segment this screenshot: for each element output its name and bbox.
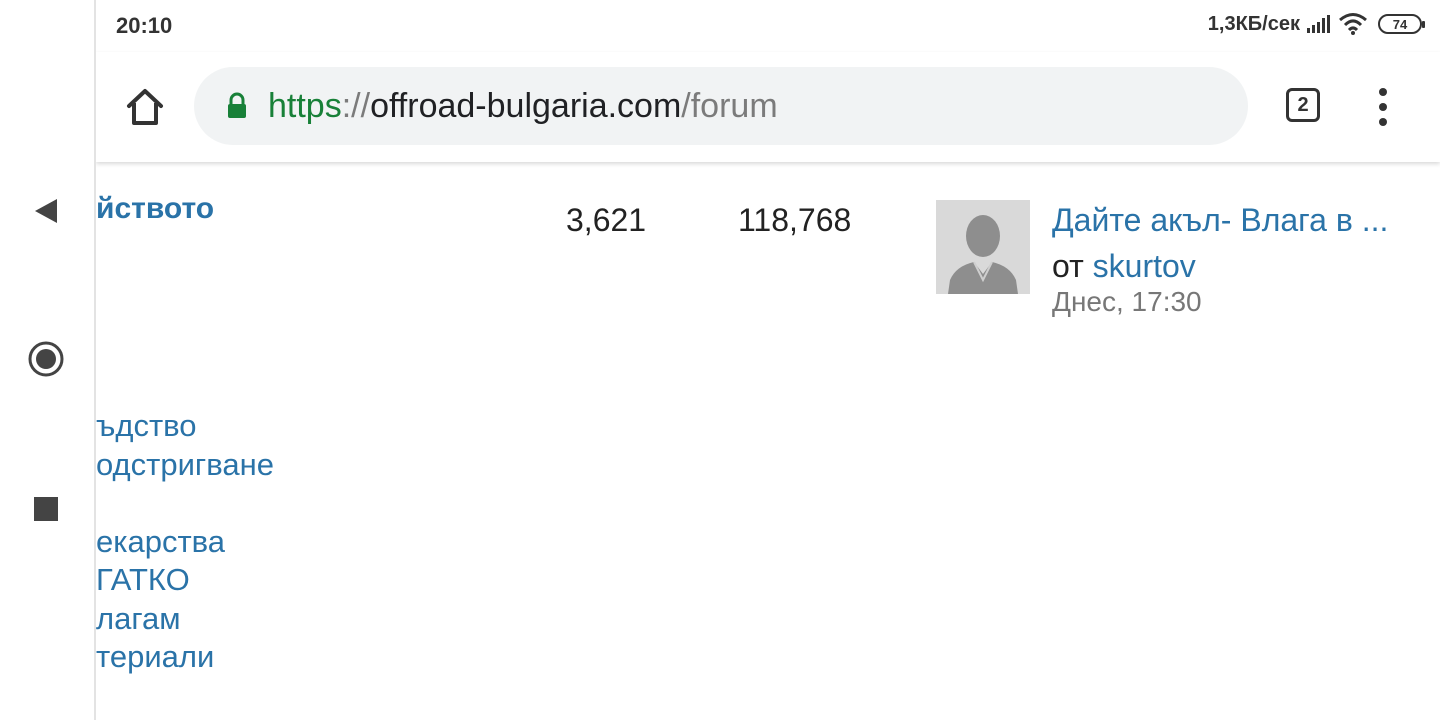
status-indicators: 1,3КБ/сек 74 <box>1207 12 1425 36</box>
url-host: offroad-bulgaria.com <box>370 86 682 125</box>
system-navigation-bar <box>0 0 96 720</box>
url-path: /forum <box>681 86 778 125</box>
home-nav-button[interactable] <box>26 339 66 379</box>
home-icon <box>127 89 163 125</box>
back-button[interactable] <box>26 191 66 231</box>
last-post-link[interactable]: Дайте акъл- Влага в ... <box>1052 202 1388 239</box>
wifi-icon <box>1339 13 1367 35</box>
signal-icon <box>1307 15 1330 33</box>
last-post-date: Днес, 17:30 <box>1052 286 1202 317</box>
forum-title-link[interactable]: йството <box>96 192 214 226</box>
status-bar: 20:10 1,3КБ/сек 74 <box>96 0 1440 52</box>
url-text[interactable]: https://offroad-bulgaria.com/forum <box>268 87 778 126</box>
recents-button[interactable] <box>26 489 66 529</box>
menu-dot <box>1379 118 1387 126</box>
subforum-link[interactable]: териали <box>96 639 214 675</box>
screen: 20:10 1,3КБ/сек 74 https://offroad-bulga… <box>0 0 1440 720</box>
overflow-menu-icon[interactable] <box>1368 88 1398 126</box>
browser-toolbar: https://offroad-bulgaria.com/forum 2 <box>96 52 1440 162</box>
menu-dot <box>1379 88 1387 96</box>
url-scheme: https <box>268 86 342 125</box>
subforum-link[interactable]: екарства <box>96 524 225 560</box>
address-bar[interactable]: https://offroad-bulgaria.com/forum <box>194 67 1248 145</box>
subforum-link[interactable]: ГАТКО <box>96 562 190 598</box>
network-speed: 1,3КБ/сек <box>1207 12 1300 35</box>
status-time: 20:10 <box>116 13 173 38</box>
url-separator: :// <box>341 86 371 125</box>
author-prefix: от <box>1052 248 1093 284</box>
tab-switcher-button[interactable]: 2 <box>1286 88 1320 122</box>
subforum-link[interactable]: ъдство <box>96 408 197 444</box>
recents-square-icon <box>34 497 58 521</box>
last-post-author: от skurtov <box>1052 248 1196 285</box>
tab-count: 2 <box>1297 93 1309 116</box>
topics-count: 3,621 <box>566 202 647 238</box>
posts-count: 118,768 <box>738 202 852 238</box>
menu-dot <box>1379 103 1387 111</box>
browser-home-button[interactable] <box>124 86 166 128</box>
battery-level: 74 <box>1392 16 1408 32</box>
page-content: йството 3,621 118,768 Дайте акъл- Влага … <box>96 162 1440 720</box>
author-link[interactable]: skurtov <box>1093 248 1196 284</box>
lock-icon[interactable] <box>226 92 248 120</box>
home-circle-icon <box>28 341 64 377</box>
avatar[interactable] <box>936 200 1030 294</box>
subforum-link[interactable]: одстригване <box>96 447 274 483</box>
default-avatar-icon <box>936 200 1030 294</box>
battery-icon: 74 <box>1378 14 1425 34</box>
subforum-link[interactable]: лагам <box>96 601 181 637</box>
back-triangle-icon <box>35 199 57 223</box>
